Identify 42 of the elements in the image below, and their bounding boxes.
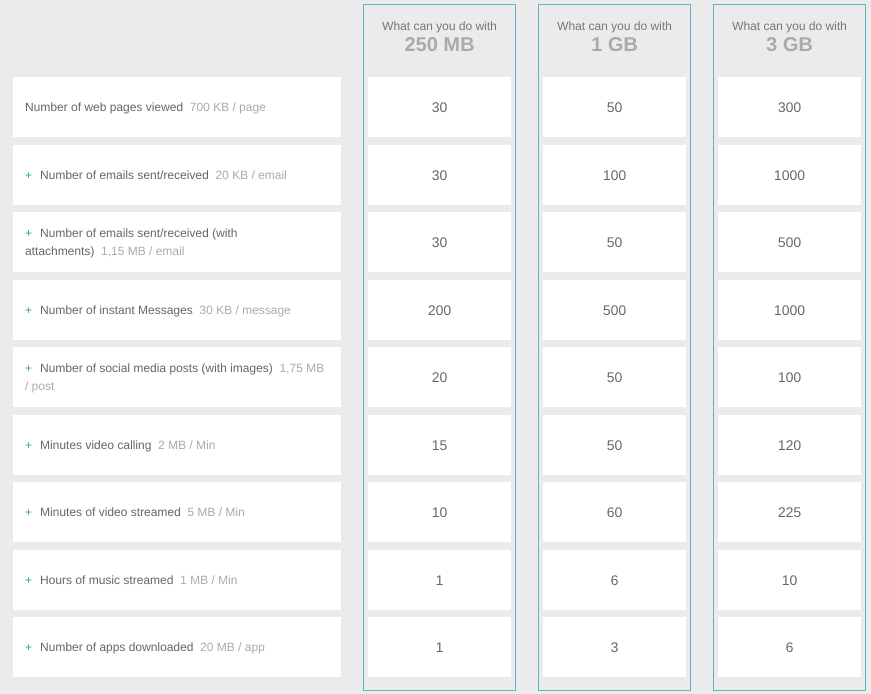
value-cell: 60 [543,482,686,542]
row-label: + Minutes video calling 2 MB / Min [25,438,216,452]
value-cell: 30 [368,144,511,204]
value-cell: 100 [718,347,861,407]
value-cell: 500 [718,212,861,272]
row-label: + Number of emails sent/received (with attachments) 1,15 MB / email [25,226,238,258]
value-cell: 30 [368,77,511,137]
value-cell: 10 [718,550,861,610]
value-cell: 50 [543,414,686,474]
value-cell: 6 [543,550,686,610]
value-cell: 1 [368,617,511,677]
plan-size: 250 MB [404,34,475,57]
value-cell: 3 [543,617,686,677]
value-cell: 100 [543,144,686,204]
plan-caption: What can you do with [557,19,672,33]
value-cell: 1000 [718,280,861,340]
value-cell: 1000 [718,144,861,204]
value-cell: 500 [543,280,686,340]
value-cell: 6 [718,617,861,677]
row-label: + Number of instant Messages 30 KB / message [25,302,291,316]
row-label: + Number of emails sent/received 20 KB / email [25,168,287,182]
value-cell: 15 [368,414,511,474]
value-cell: 120 [718,414,861,474]
plan-size: 1 GB [591,34,638,57]
row-label: Number of web pages viewed 700 KB / page [25,100,266,114]
value-cell: 50 [543,77,686,137]
value-cell: 20 [368,347,511,407]
row-label: + Minutes of video streamed 5 MB / Min [25,505,245,519]
row-label: + Number of apps downloaded 20 MB / app [25,640,265,654]
value-cell: 50 [543,347,686,407]
value-cell: 225 [718,482,861,542]
value-cell: 200 [368,280,511,340]
plan-caption: What can you do with [382,19,497,33]
value-cell: 30 [368,212,511,272]
value-cell: 1 [368,550,511,610]
plan-caption: What can you do with [732,19,847,33]
value-cell: 300 [718,77,861,137]
value-cell: 50 [543,212,686,272]
row-label: + Number of social media posts (with images) 1,75 MB / post [25,361,324,393]
plan-size: 3 GB [766,34,813,57]
row-label: + Hours of music streamed 1 MB / Min [25,572,238,586]
value-cell: 10 [368,482,511,542]
